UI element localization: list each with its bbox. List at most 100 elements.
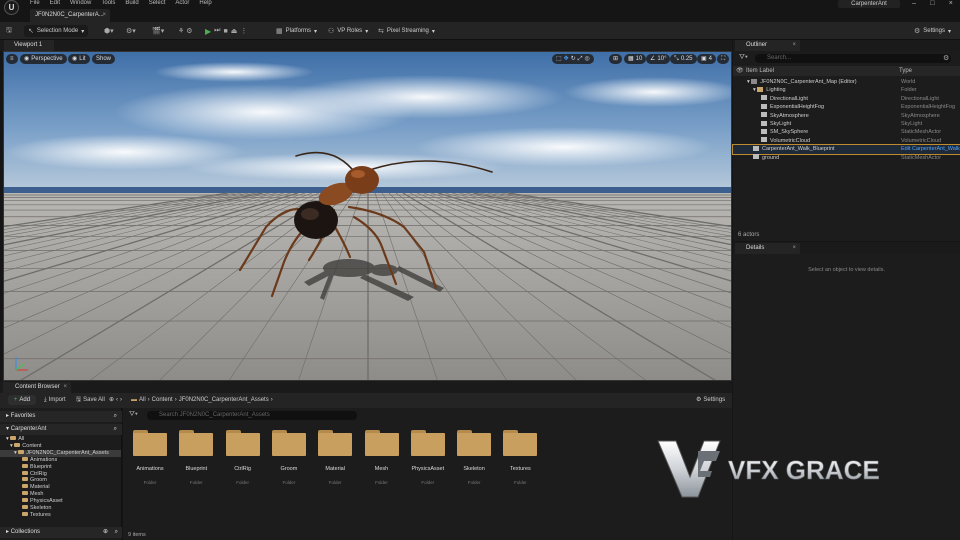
tool-icons[interactable]: ⚘ ⚙ (178, 25, 193, 37)
asset-folder-tile[interactable]: PhysicsAsset Folder (405, 430, 451, 485)
history-icon[interactable]: ⊕ (109, 395, 114, 405)
asset-folder-tile[interactable]: Groom Folder (266, 430, 312, 485)
rotation-snap-button[interactable]: ∠ 10° (646, 54, 671, 64)
maximize-viewport-button[interactable]: ⛶ (717, 54, 730, 64)
outliner-row[interactable]: DirectionalLight DirectionalLight (733, 95, 960, 103)
scale-tool-icon[interactable]: ⤢ (578, 54, 583, 64)
search-icon[interactable]: ⌕ (114, 411, 117, 422)
close-icon[interactable]: × (792, 243, 796, 254)
search-icon[interactable]: ⌕ (115, 527, 118, 538)
outliner-row[interactable]: SkyLight SkyLight (733, 120, 960, 128)
show-dropdown[interactable]: Show (92, 54, 116, 64)
details-tab[interactable]: Details × (735, 243, 800, 254)
folder-tree-item[interactable]: ▾ All (0, 436, 121, 443)
surface-snap-button[interactable]: ⊞ (609, 54, 623, 64)
forward-icon[interactable]: › (120, 395, 122, 405)
menu-edit[interactable]: Edit (50, 0, 60, 7)
asset-folder-tile[interactable]: Blueprint Folder (173, 430, 219, 485)
viewport-options-button[interactable]: ≡ (6, 54, 18, 64)
asset-search-input[interactable]: Search JF0N2N0C_CarpenterAnt_Assets (147, 411, 357, 420)
breadcrumb-all[interactable]: All (139, 395, 146, 405)
perspective-dropdown[interactable]: ◉ Perspective (20, 54, 67, 64)
column-type[interactable]: Type (899, 66, 912, 76)
cinematics-button[interactable]: 🎬▾ (152, 25, 164, 37)
asset-folder-tile[interactable]: Textures Folder (497, 430, 543, 485)
menu-build[interactable]: Build (125, 0, 138, 7)
world-local-icon[interactable]: ◎ (585, 54, 590, 64)
step-icon[interactable]: ⏭ (214, 27, 220, 35)
save-icon[interactable]: 🖫 (6, 25, 12, 37)
selection-mode-dropdown[interactable]: ↖ Selection Mode ▾ (24, 25, 89, 37)
folder-tree-item[interactable]: Mesh (0, 491, 121, 498)
outliner-row[interactable]: SkyAtmosphere SkyAtmosphere (733, 112, 960, 120)
asset-folder-tile[interactable]: Material Folder (312, 430, 358, 485)
content-browser-tab[interactable]: Content Browser × (3, 382, 71, 393)
menu-window[interactable]: Window (70, 0, 91, 7)
rotate-tool-icon[interactable]: ↻ (571, 54, 576, 64)
viewport-tab[interactable]: Viewport 1 (4, 40, 54, 51)
close-window-icon[interactable]: × (949, 0, 953, 9)
folder-tree-item[interactable]: Groom (0, 477, 121, 484)
visibility-icon[interactable]: 👁 (736, 66, 744, 76)
settings-dropdown[interactable]: ⚙ Settings ▾ (914, 25, 951, 37)
collections-header[interactable]: ▸ Collections ⊕ ⌕ (0, 527, 122, 538)
folder-tree-item[interactable]: Textures (0, 511, 121, 519)
platforms-dropdown[interactable]: ▦ Platforms ▾ (276, 25, 317, 37)
save-all-button[interactable]: 🖫 Save All (76, 395, 105, 405)
outliner-search-input[interactable]: Search... (755, 54, 951, 63)
folder-tree-item[interactable]: ▾ JF0N2N0C_CarpenterAnt_Assets (0, 449, 121, 457)
select-tool-icon[interactable]: ⬚ (556, 54, 562, 64)
level-viewport[interactable]: ≡ ◉ Perspective ◉ Lit Show ⬚ ✥ ↻ ⤢ ◎ ⊞ ▦… (3, 51, 732, 381)
menu-file[interactable]: File (30, 0, 40, 7)
view-mode-dropdown[interactable]: ◉ Lit (68, 54, 90, 64)
minimize-icon[interactable]: – (912, 0, 916, 9)
close-icon[interactable]: × (792, 40, 796, 51)
menu-tools[interactable]: Tools (101, 0, 115, 7)
asset-folder-tile[interactable]: Skeleton Folder (451, 430, 497, 485)
blueprints-button[interactable]: ⚙▾ (126, 25, 136, 37)
play-options-icon[interactable]: ⋮ (240, 27, 247, 35)
content-settings-button[interactable]: ⚙ Settings (696, 395, 725, 405)
scale-snap-button[interactable]: ⤡ 0.25 (670, 54, 697, 64)
folder-tree-item[interactable]: Material (0, 484, 121, 491)
outliner-settings-icon[interactable]: ⚙ (943, 54, 949, 62)
grid-snap-button[interactable]: ▦ 10 (624, 54, 647, 64)
outliner-row[interactable]: ground StaticMeshActor (733, 154, 960, 162)
add-collection-icon[interactable]: ⊕ (103, 527, 108, 538)
add-actor-button[interactable]: ⬢▾ (104, 25, 114, 37)
outliner-row[interactable]: ▾ Lighting Folder (733, 86, 960, 94)
unreal-logo-icon[interactable]: U (4, 0, 19, 15)
folder-tree-item[interactable]: CtrlRig (0, 470, 121, 478)
filter-icon[interactable]: ⛛▾ (739, 54, 748, 62)
breadcrumb-content[interactable]: Content (152, 395, 173, 405)
asset-folder-tile[interactable]: Mesh Folder (359, 430, 405, 485)
outliner-row[interactable]: CarpenterAnt_Walk_Blueprint Edit Carpente… (732, 144, 960, 155)
asset-folder-tile[interactable]: Animations Folder (127, 430, 173, 485)
move-tool-icon[interactable]: ✥ (564, 54, 569, 64)
close-icon[interactable]: × (102, 9, 106, 22)
filter-icon[interactable]: ⛛▾ (129, 411, 138, 419)
pixel-streaming-dropdown[interactable]: ⇆ Pixel Streaming ▾ (378, 25, 435, 37)
close-icon[interactable]: × (63, 382, 67, 393)
add-button[interactable]: + Add (8, 395, 36, 405)
folder-tree-item[interactable]: PhysicsAsset (0, 498, 121, 505)
outliner-row[interactable]: SM_SkySphere StaticMeshActor (733, 128, 960, 136)
eject-icon[interactable]: ⏏ (231, 27, 238, 35)
column-item-label[interactable]: Item Label (746, 66, 774, 76)
menu-select[interactable]: Select (149, 0, 166, 7)
folder-tree-item[interactable]: Blueprint (0, 463, 121, 471)
project-section-header[interactable]: ▾ CarpenterAnt ⌕ (0, 424, 122, 435)
back-icon[interactable]: ‹ (116, 395, 118, 405)
level-document-tab[interactable]: JF0N2N0C_CarpenterA... × (30, 9, 110, 22)
breadcrumb-assets[interactable]: JF0N2N0C_CarpenterAnt_Assets (179, 395, 269, 405)
vp-roles-dropdown[interactable]: ⚇ VP Roles ▾ (328, 25, 368, 37)
menu-actor[interactable]: Actor (175, 0, 189, 7)
camera-speed-button[interactable]: ▣ 4 (697, 54, 717, 64)
maximize-icon[interactable]: □ (930, 0, 934, 9)
folder-tree-item[interactable]: Animations (0, 456, 121, 464)
stop-icon[interactable]: ■ (223, 28, 227, 35)
search-icon[interactable]: ⌕ (114, 424, 117, 435)
folder-tree-item[interactable]: ▾ Content (0, 442, 121, 450)
outliner-row[interactable]: ExponentialHeightFog ExponentialHeightFog (733, 103, 960, 111)
outliner-row-type[interactable]: Edit CarpenterAnt_Walk (901, 145, 960, 153)
